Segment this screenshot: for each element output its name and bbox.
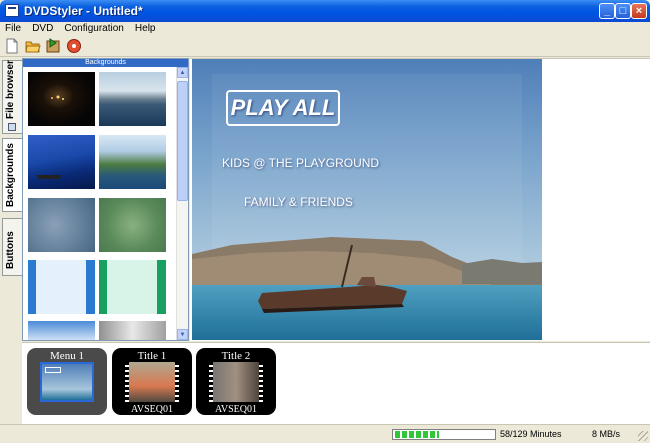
filmstrip-item-subtitle: AVSEQ01 [130,404,174,415]
filmstrip-item-title2[interactable]: Title 2 AVSEQ01 [196,348,276,415]
new-file-icon[interactable] [4,38,20,54]
film-thumbnail [125,362,179,402]
open-folder-icon[interactable] [25,38,41,54]
menu-item-kids[interactable]: KIDS @ THE PLAYGROUND [222,156,379,170]
menu-editor: PLAY ALL KIDS @ THE PLAYGROUND FAMILY & … [190,58,650,341]
status-bar: 58/129 Minutes 8 MB/s [0,424,650,443]
menu-bar: File DVD Configuration Help [0,22,650,36]
backgrounds-header: Backgrounds [23,59,188,67]
background-thumb-blue-gradient[interactable] [28,321,95,340]
tab-file-browser-label: File browser [5,60,16,119]
filmstrip-item-title: Title 2 [221,350,251,362]
background-thumb-blue-stripes[interactable] [28,260,95,314]
background-thumb-night[interactable] [28,72,95,126]
menu-thumbnail [40,362,94,402]
disc-usage-text: 58/129 Minutes [500,429,562,439]
film-thumbnail [209,362,263,402]
minimize-button[interactable]: _ [599,3,615,19]
side-tabs: File browser Backgrounds Buttons [0,58,22,341]
scroll-up-icon[interactable]: ▲ [177,67,188,78]
menu-configuration[interactable]: Configuration [61,22,126,36]
save-icon[interactable] [45,38,61,54]
resize-grip-icon[interactable] [638,431,648,441]
background-thumb-blue-blur[interactable] [28,198,95,252]
menu-help[interactable]: Help [132,22,159,36]
close-button[interactable]: × [631,3,647,19]
tab-backgrounds-label: Backgrounds [5,143,16,207]
filmstrip-item-title: Title 1 [137,350,167,362]
tab-buttons-label: Buttons [5,231,16,269]
title-bar: DVDStyler - Untitled* _ □ × [0,0,650,22]
background-thumb-ship[interactable] [28,135,95,189]
menu-item-family[interactable]: FAMILY & FRIENDS [244,195,353,209]
backgrounds-panel: Backgrounds ▲ ▼ [22,58,189,341]
toolbar [0,36,650,57]
tab-buttons[interactable]: Buttons [2,218,22,276]
filmstrip-item-subtitle: AVSEQ01 [214,404,258,415]
filmstrip-item-title1[interactable]: Title 1 AVSEQ01 [112,348,192,415]
background-thumb-coast[interactable] [99,72,166,126]
menu-canvas[interactable]: PLAY ALL KIDS @ THE PLAYGROUND FAMILY & … [192,59,542,340]
disc-usage-fill [395,431,439,438]
titleset-filmstrip: Menu 1 Title 1 AVSEQ01 Title 2 AVSEQ01 [22,342,650,424]
maximize-button[interactable]: □ [615,3,631,19]
burn-disc-icon[interactable] [66,38,82,54]
filmstrip-item-title: Menu 1 [50,350,84,362]
filmstrip-item-menu1[interactable]: Menu 1 [27,348,107,415]
folder-icon [8,123,16,131]
window-title: DVDStyler - Untitled* [24,4,143,18]
background-thumb-hills[interactable] [99,135,166,189]
background-thumb-gray-gradient[interactable] [99,321,166,340]
background-thumb-green-stripes[interactable] [99,260,166,314]
scroll-thumb[interactable] [177,81,188,201]
background-thumb-green-blur[interactable] [99,198,166,252]
scroll-down-icon[interactable]: ▼ [177,329,188,340]
tab-backgrounds[interactable]: Backgrounds [2,138,22,212]
menu-file[interactable]: File [2,22,24,36]
night-lights-image [51,95,64,100]
backgrounds-scrollbar[interactable]: ▲ ▼ [176,67,188,340]
play-all-button[interactable]: PLAY ALL [226,90,340,126]
ship-image [36,175,62,179]
bitrate-text: 8 MB/s [592,429,621,439]
tab-file-browser[interactable]: File browser [2,60,22,134]
app-icon [5,4,19,17]
menu-dvd[interactable]: DVD [29,22,56,36]
disc-usage-progress [392,429,496,440]
